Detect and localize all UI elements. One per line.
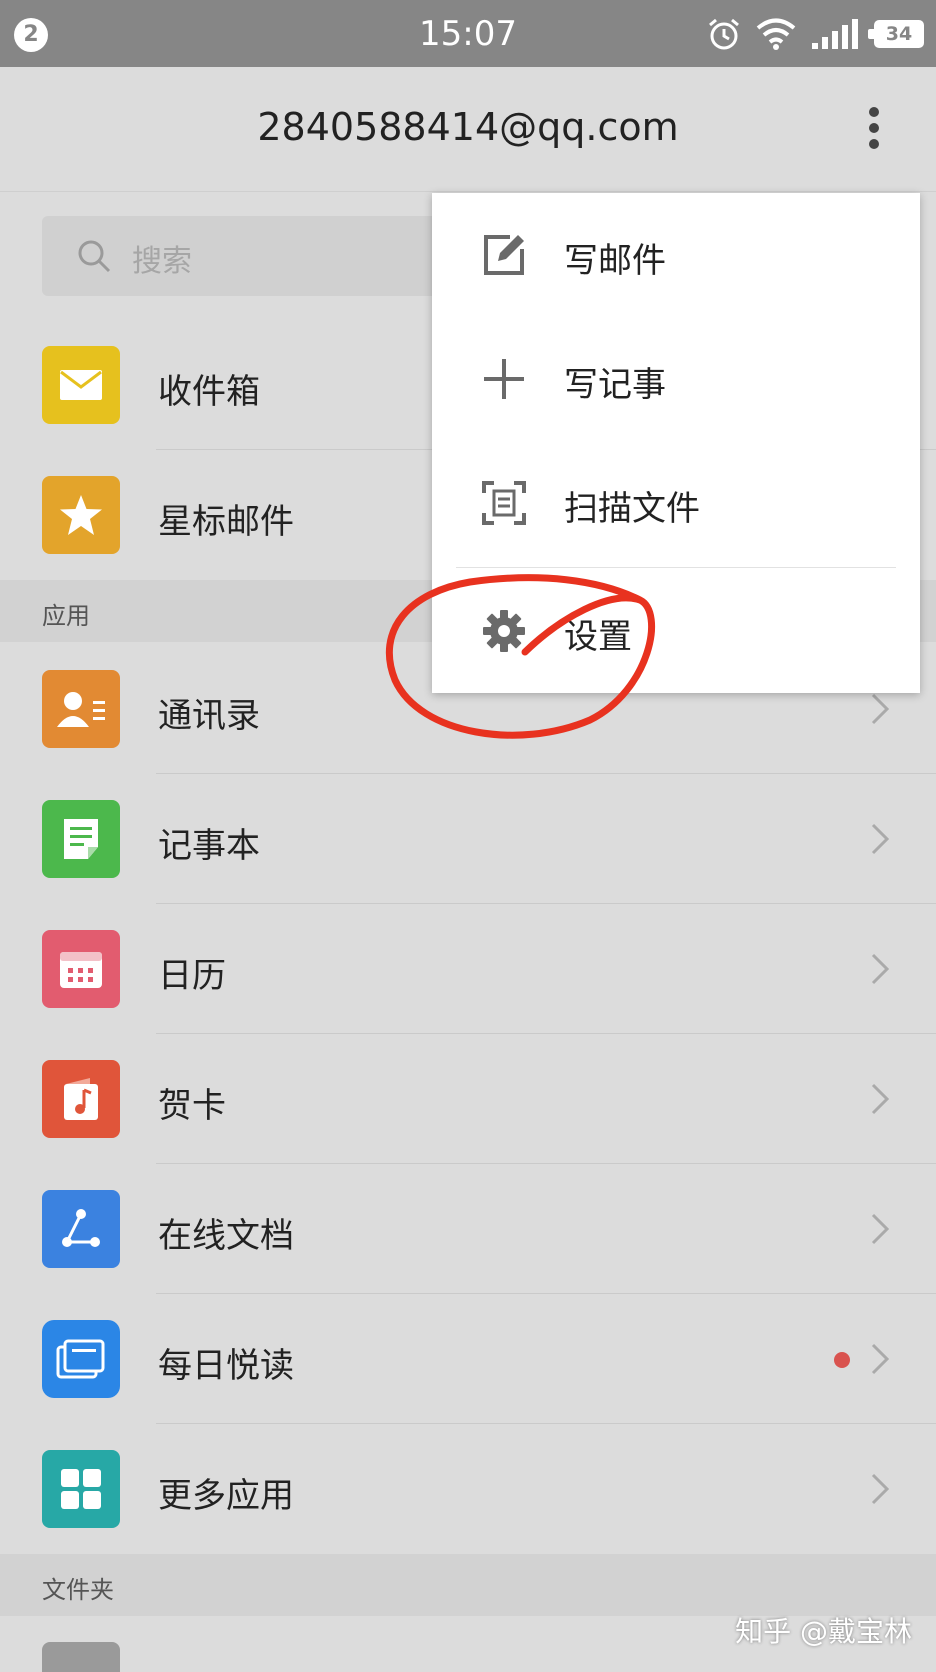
menu-divider <box>456 567 896 568</box>
menu-item-settings[interactable]: 设置 <box>432 569 920 693</box>
section-label: 文件夹 <box>42 1576 114 1604</box>
more-vertical-icon[interactable] <box>868 107 880 149</box>
list-item-more-apps[interactable]: 更多应用 <box>0 1424 936 1554</box>
chevron-right-icon <box>871 1473 890 1505</box>
reading-icon <box>42 1320 120 1398</box>
contacts-icon <box>42 670 120 748</box>
list-item-label: 在线文档 <box>158 1216 294 1256</box>
signal-icon <box>812 19 858 49</box>
search-placeholder: 搜索 <box>132 244 192 279</box>
chevron-right-icon <box>871 1213 890 1245</box>
list-item-label: 记事本 <box>158 826 260 866</box>
watermark: 知乎 @戴宝林 <box>735 1615 912 1648</box>
list-item-label: 日历 <box>158 956 226 996</box>
music-card-icon <box>42 1060 120 1138</box>
calendar-icon <box>42 930 120 1008</box>
alarm-icon <box>709 18 739 50</box>
gear-icon <box>483 610 525 652</box>
app-header: 2840588414@qq.com <box>0 67 936 192</box>
status-bar: 2 15:07 34 <box>0 0 936 67</box>
wifi-icon <box>756 18 796 50</box>
menu-item-new-note[interactable]: 写记事 <box>432 317 920 441</box>
menu-item-label: 写邮件 <box>564 241 666 281</box>
section-header-folders: 文件夹 <box>0 1554 936 1616</box>
menu-item-scan[interactable]: 扫描文件 <box>432 441 920 565</box>
chevron-right-icon <box>871 1083 890 1115</box>
compose-icon <box>484 235 524 275</box>
star-icon <box>42 476 120 554</box>
list-item-daily-reading[interactable]: 每日悦读 <box>0 1294 936 1424</box>
chevron-right-icon <box>871 693 890 725</box>
share-doc-icon <box>42 1190 120 1268</box>
list-item-online-docs[interactable]: 在线文档 <box>0 1164 936 1294</box>
menu-item-label: 设置 <box>564 617 632 657</box>
search-icon <box>78 240 111 273</box>
menu-item-label: 写记事 <box>564 365 666 405</box>
list-item-label: 贺卡 <box>158 1086 226 1126</box>
envelope-icon <box>42 346 120 424</box>
plus-icon <box>484 359 524 399</box>
list-item-label: 通讯录 <box>158 696 260 736</box>
section-label: 应用 <box>42 602 90 630</box>
folder-icon <box>42 1642 120 1672</box>
list-item-calendar[interactable]: 日历 <box>0 904 936 1034</box>
chevron-right-icon <box>871 1343 890 1375</box>
list-item-label: 每日悦读 <box>158 1346 294 1386</box>
list-item-label: 星标邮件 <box>158 502 294 542</box>
menu-item-label: 扫描文件 <box>564 489 700 529</box>
menu-item-compose[interactable]: 写邮件 <box>432 193 920 317</box>
list-item-notebook[interactable]: 记事本 <box>0 774 936 904</box>
unread-dot-badge <box>834 1352 850 1368</box>
list-item-label: 更多应用 <box>158 1476 294 1516</box>
battery-icon: 34 <box>868 20 924 48</box>
list-item-greeting-card[interactable]: 贺卡 <box>0 1034 936 1164</box>
account-title: 2840588414@qq.com <box>257 105 679 149</box>
overflow-menu: 写邮件 写记事 扫描文件 设置 <box>432 193 920 693</box>
apps-grid-icon <box>42 1450 120 1528</box>
chevron-right-icon <box>871 953 890 985</box>
scan-icon <box>482 481 526 525</box>
chevron-right-icon <box>871 823 890 855</box>
list-item-label: 收件箱 <box>158 372 260 412</box>
notebook-icon <box>42 800 120 878</box>
